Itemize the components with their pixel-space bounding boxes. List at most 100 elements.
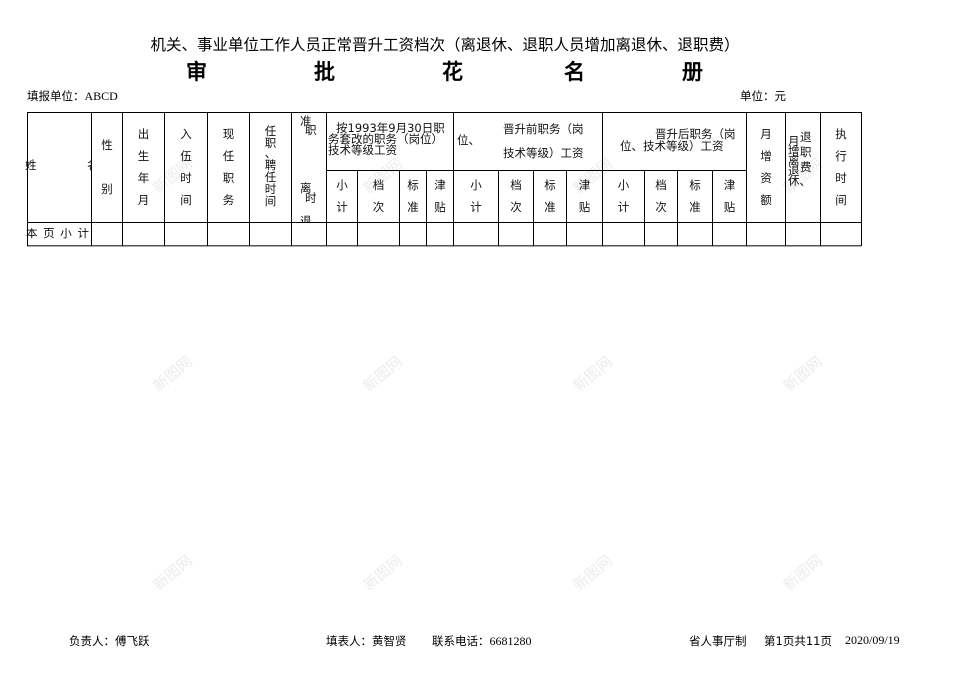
sub-header-allowance-1: 津贴 [427, 174, 453, 218]
header-enlist-char: 入 [180, 127, 192, 141]
sub-header-char: 计 [336, 200, 348, 214]
sub-header-subtotal-3: 小计 [603, 174, 644, 218]
subtotal-cell[interactable] [747, 223, 785, 245]
subtotal-cell[interactable] [427, 223, 453, 245]
watermark: 新图网 [359, 352, 406, 396]
subtotal-cell[interactable] [250, 223, 291, 245]
subtotal-cell[interactable] [713, 223, 746, 245]
footer-page-info: 第1页共11页 [764, 633, 832, 649]
watermark: 新图网 [569, 352, 616, 396]
sub-header-standard-3: 标准 [678, 174, 712, 218]
subtotal-cell[interactable] [327, 223, 357, 245]
subtotal-cell[interactable] [292, 223, 326, 245]
sub-header-char: 标 [689, 178, 701, 192]
subtotal-cell[interactable] [454, 223, 498, 245]
watermark: 新图网 [359, 551, 406, 595]
subtotal-cell[interactable] [567, 223, 602, 245]
subtotal-cell[interactable] [645, 223, 677, 245]
header-monthly-increase-char: 增 [760, 149, 772, 163]
header-enlist: 入 伍 时 间 [165, 123, 207, 211]
subtotal-cell[interactable] [358, 223, 399, 245]
footer-date: 2020/09/19 [845, 633, 900, 648]
header-gender-char: 别 [101, 182, 113, 196]
header-approve-retire-char: 职 [305, 123, 317, 137]
watermark: 新图网 [779, 551, 826, 595]
sub-header-subtotal-1: 小计 [327, 174, 357, 218]
sub-header-allowance-3: 津贴 [713, 174, 746, 218]
footer-responsible-name: 傅飞跃 [115, 634, 150, 648]
subtotal-cell[interactable] [123, 223, 164, 245]
currency-unit: 单位：元 [740, 88, 786, 104]
footer-responsible: 负责人：傅飞跃 [69, 633, 150, 649]
sub-header-char: 次 [372, 200, 385, 214]
document-title: 机关、事业单位工作人员正常晋升工资档次（离退休、退职人员增加离退休、退职费） [150, 36, 740, 54]
subtotal-cell[interactable] [603, 223, 644, 245]
subtotal-cell[interactable] [92, 223, 122, 245]
watermark: 新图网 [779, 352, 826, 396]
watermark: 新图网 [569, 551, 616, 595]
currency-unit-value: 元 [774, 89, 787, 103]
header-exec-time-char: 行 [835, 149, 847, 163]
sub-header-char: 档 [372, 178, 385, 192]
watermark: 新图网 [149, 551, 196, 595]
header-group-before-prefix: 位、 [457, 133, 480, 147]
header-group-after-line2: 位、技术等级）工资 [620, 139, 724, 153]
footer-phone-label: 联系电话： [432, 634, 490, 648]
header-gender-char: 性 [101, 138, 113, 152]
header-monthly-increase: 月 增 资 额 [747, 123, 785, 211]
sub-header-char: 小 [470, 178, 482, 192]
title-char-4: 名 [564, 60, 585, 84]
header-group-after-promotion: 晋升后职务（岗 位、技术等级）工资 [603, 113, 745, 170]
footer-filler: 填表人：黄智贤 [326, 633, 407, 649]
subtotal-cell[interactable] [786, 223, 820, 245]
header-exec-time: 执 行 时 间 [821, 123, 861, 211]
subtotal-row-label: 本 页 小 计 [26, 228, 90, 240]
sub-header-grade-2: 档次 [499, 174, 533, 218]
subtotal-cell[interactable] [208, 223, 249, 245]
header-appoint-time: 任 职 、 聘 任 时 间 [250, 125, 291, 207]
subtotal-cell[interactable] [534, 223, 566, 245]
sub-header-char: 计 [470, 200, 482, 214]
header-exec-time-char: 间 [835, 193, 847, 207]
sub-header-char: 标 [407, 178, 419, 192]
title-char-5: 册 [682, 60, 703, 84]
sub-header-char: 计 [617, 200, 630, 214]
header-approve-retire: 准 职 离 时 退 [292, 113, 326, 222]
header-current-post: 现 任 职 务 [208, 123, 249, 211]
sub-header-char: 贴 [434, 200, 446, 214]
footer-issuer: 省人事厅制 [689, 634, 747, 648]
sub-header-subtotal-2: 小计 [454, 174, 498, 218]
header-birth-char: 月 [137, 193, 150, 207]
subtotal-cell[interactable] [678, 223, 712, 245]
header-current-post-char: 现 [222, 127, 235, 141]
header-group-before-line1: 晋升前职务（岗 [503, 122, 584, 136]
footer-date-text: 2020/09/19 [845, 633, 900, 647]
header-appoint-time-char: 间 [264, 194, 277, 208]
sub-header-char: 档 [655, 178, 667, 192]
sub-header-char: 标 [544, 178, 556, 192]
header-retire-increase-text-1: 月增离退休、 [788, 134, 811, 188]
sub-header-char: 贴 [723, 200, 736, 214]
header-current-post-char: 职 [222, 171, 235, 185]
header-current-post-char: 务 [222, 193, 235, 207]
watermark: 新图网 [149, 352, 196, 396]
footer-filler-name: 黄智贤 [372, 634, 407, 648]
sub-header-allowance-2: 津贴 [567, 174, 602, 218]
footer-phone: 联系电话：6681280 [432, 633, 532, 649]
header-gender: 性 别 [92, 134, 122, 200]
sub-header-char: 档 [510, 178, 522, 192]
header-exec-time-char: 时 [835, 171, 847, 185]
header-retire-increase: 月增离退休、 退职费 [786, 130, 820, 210]
sub-header-char: 津 [723, 178, 736, 192]
header-birth: 出 生 年 月 [123, 123, 164, 211]
sub-header-char: 小 [617, 178, 630, 192]
header-name-char-1: 姓 [25, 158, 37, 172]
sub-header-char: 次 [655, 200, 667, 214]
sub-header-char: 准 [544, 200, 556, 214]
subtotal-cell[interactable] [165, 223, 207, 245]
subtotal-cell[interactable] [499, 223, 533, 245]
sub-header-char: 津 [434, 178, 446, 192]
header-monthly-increase-char: 额 [760, 193, 772, 207]
subtotal-cell[interactable] [400, 223, 426, 245]
header-monthly-increase-char: 月 [760, 127, 772, 141]
